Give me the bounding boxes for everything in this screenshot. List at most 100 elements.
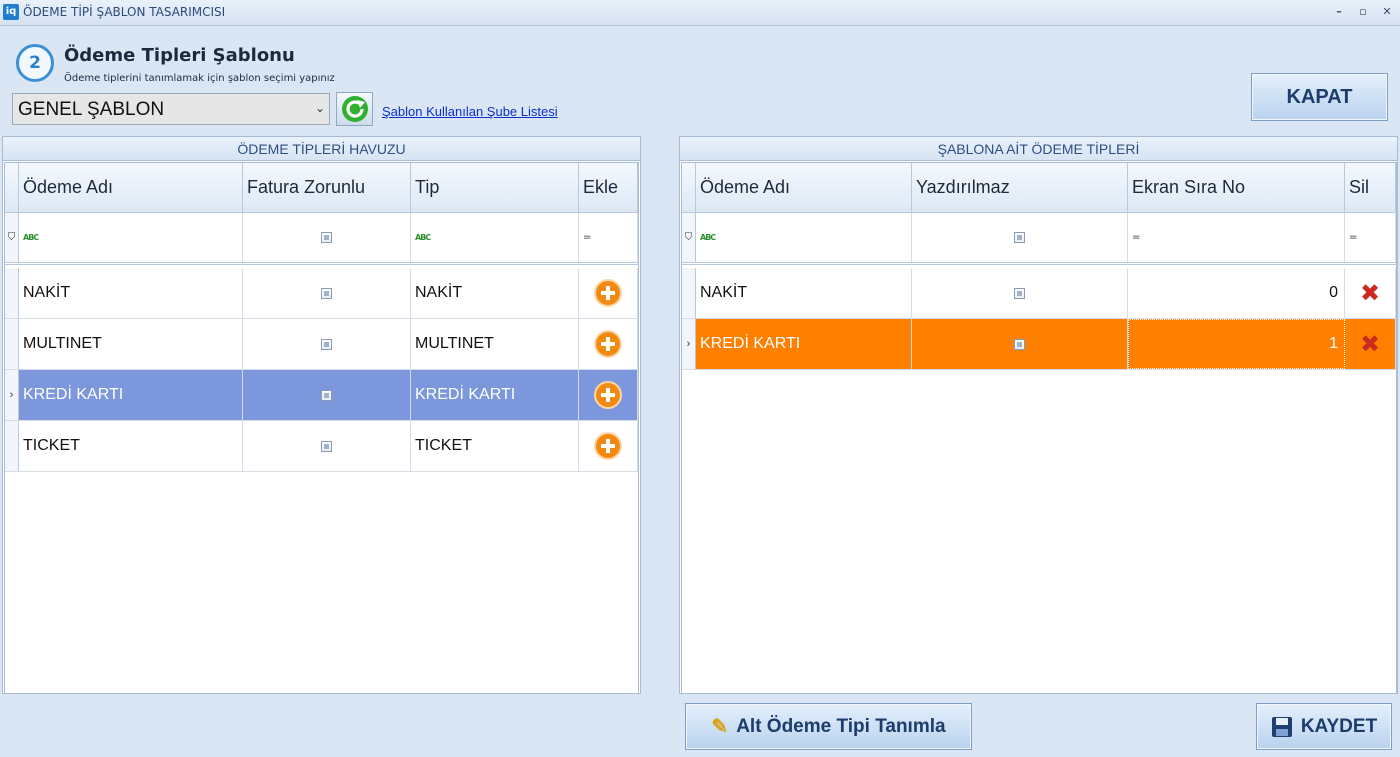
minimize-button[interactable]: – [1330,3,1348,21]
not-printable-checkbox[interactable] [1014,338,1025,350]
cell-screen-order[interactable]: 1 [1128,319,1345,369]
table-row[interactable]: MULTINET MULTINET [5,319,638,370]
cell-invoice-required[interactable] [243,319,411,369]
window-title: ÖDEME TİPİ ŞABLON TASARIMCISI [23,5,226,19]
abc-filter-icon: ABC [415,233,431,242]
close-window-button[interactable]: ✕ [1378,3,1396,21]
filter-icon: ⛉ [5,213,19,262]
filter-cell-payment-name[interactable]: ABC [19,213,243,262]
filter-cell-add[interactable]: = [579,213,638,262]
filter-cell-not-printable[interactable] [912,213,1128,262]
abc-filter-icon: ABC [23,233,39,242]
filter-cell-invoice-required[interactable] [243,213,411,262]
chevron-down-icon[interactable]: ⌄ [315,101,325,115]
template-types-grid: Ödeme Adı Yazdırılmaz Ekran Sıra No Sil … [681,162,1397,694]
save-button-label: KAYDET [1300,715,1378,737]
table-row-selected[interactable]: › KREDİ KARTI 1 ✖ [682,319,1396,370]
cell-add[interactable] [579,421,638,471]
equals-filter-icon: = [1349,232,1358,243]
template-types-caption: ŞABLONA AİT ÖDEME TİPLERİ [680,137,1397,161]
column-header-invoice-required[interactable]: Fatura Zorunlu [243,163,411,212]
cell-add[interactable] [579,268,638,318]
filter-cell-delete[interactable]: = [1345,213,1396,262]
maximize-button[interactable]: ▫ [1354,3,1372,21]
cell-delete[interactable]: ✖ [1345,268,1396,318]
filter-icon: ⛉ [682,213,696,262]
template-select[interactable]: GENEL ŞABLON ⌄ [12,93,330,125]
cell-delete[interactable]: ✖ [1345,319,1396,369]
delete-icon[interactable]: ✖ [1360,279,1380,307]
not-printable-checkbox[interactable] [1014,287,1025,299]
column-header-delete[interactable]: Sil [1345,163,1396,212]
add-icon[interactable] [594,381,622,409]
invoice-required-checkbox[interactable] [321,287,332,299]
filter-cell-type[interactable]: ABC [411,213,579,262]
cell-payment-name[interactable]: NAKİT [19,268,243,318]
add-icon[interactable] [594,330,622,358]
cell-type[interactable]: MULTINET [411,319,579,369]
row-indicator [5,268,19,318]
save-button[interactable]: KAYDET [1256,703,1392,750]
cell-screen-order[interactable]: 0 [1128,268,1345,318]
payment-pool-grid: Ödeme Adı Fatura Zorunlu Tip Ekle ⛉ ABC … [4,162,639,694]
cell-payment-name[interactable]: TICKET [19,421,243,471]
filter-cell-screen-order[interactable]: = [1128,213,1345,262]
equals-filter-icon: = [1132,232,1141,243]
cell-payment-name[interactable]: NAKİT [696,268,912,318]
abc-filter-icon: ABC [700,233,716,242]
column-header-payment-name[interactable]: Ödeme Adı [696,163,912,212]
page-subtitle: Ödeme tiplerini tanımlamak için şablon s… [64,73,335,84]
column-header-payment-name[interactable]: Ödeme Adı [19,163,243,212]
filter-cell-payment-name[interactable]: ABC [696,213,912,262]
equals-filter-icon: = [583,232,592,243]
cell-add[interactable] [579,319,638,369]
title-bar: iq ÖDEME TİPİ ŞABLON TASARIMCISI – ▫ ✕ [0,0,1400,26]
cell-type[interactable]: TICKET [411,421,579,471]
cell-payment-name[interactable]: KREDİ KARTI [696,319,912,369]
row-indicator [682,268,696,318]
table-row-selected[interactable]: › KREDİ KARTI KREDİ KARTI [5,370,638,421]
invoice-required-checkbox[interactable] [321,440,332,452]
row-indicator-header [5,163,19,212]
cell-invoice-required[interactable] [243,421,411,471]
row-indicator: › [5,370,19,420]
row-indicator [5,421,19,471]
page-title: Ödeme Tipleri Şablonu [64,45,295,66]
refresh-button[interactable] [336,92,373,126]
filter-checkbox[interactable] [1014,232,1025,243]
row-indicator-header [682,163,696,212]
cell-not-printable[interactable] [912,268,1128,318]
cell-payment-name[interactable]: KREDİ KARTI [19,370,243,420]
row-indicator: › [682,319,696,369]
step-number-badge: 2 [16,44,54,82]
cell-type[interactable]: KREDİ KARTI [411,370,579,420]
delete-icon[interactable]: ✖ [1360,330,1380,358]
invoice-required-checkbox[interactable] [321,338,332,350]
column-header-add[interactable]: Ekle [579,163,638,212]
column-header-screen-order[interactable]: Ekran Sıra No [1128,163,1345,212]
branch-list-link[interactable]: Şablon Kullanılan Şube Listesi [382,104,558,119]
cell-payment-name[interactable]: MULTINET [19,319,243,369]
close-button[interactable]: KAPAT [1251,73,1388,121]
table-row[interactable]: NAKİT 0 ✖ [682,268,1396,319]
cell-add[interactable] [579,370,638,420]
cell-invoice-required[interactable] [243,268,411,318]
app-logo-icon: iq [3,4,19,20]
cell-not-printable[interactable] [912,319,1128,369]
column-header-not-printable[interactable]: Yazdırılmaz [912,163,1128,212]
column-header-type[interactable]: Tip [411,163,579,212]
filter-checkbox[interactable] [321,232,332,243]
add-icon[interactable] [594,279,622,307]
table-row[interactable]: NAKİT NAKİT [5,268,638,319]
define-sub-payment-type-label: Alt Ödeme Tipi Tanımla [736,715,946,737]
grid-header: Ödeme Adı Yazdırılmaz Ekran Sıra No Sil [682,163,1396,213]
grid-header: Ödeme Adı Fatura Zorunlu Tip Ekle [5,163,638,213]
invoice-required-checkbox[interactable] [321,389,332,401]
add-icon[interactable] [594,432,622,460]
pencil-icon: ✎ [711,716,729,738]
cell-invoice-required[interactable] [243,370,411,420]
define-sub-payment-type-button[interactable]: ✎ Alt Ödeme Tipi Tanımla [685,703,972,750]
cell-type[interactable]: NAKİT [411,268,579,318]
table-row[interactable]: TICKET TICKET [5,421,638,472]
filter-row: ⛉ ABC = = [682,213,1396,265]
